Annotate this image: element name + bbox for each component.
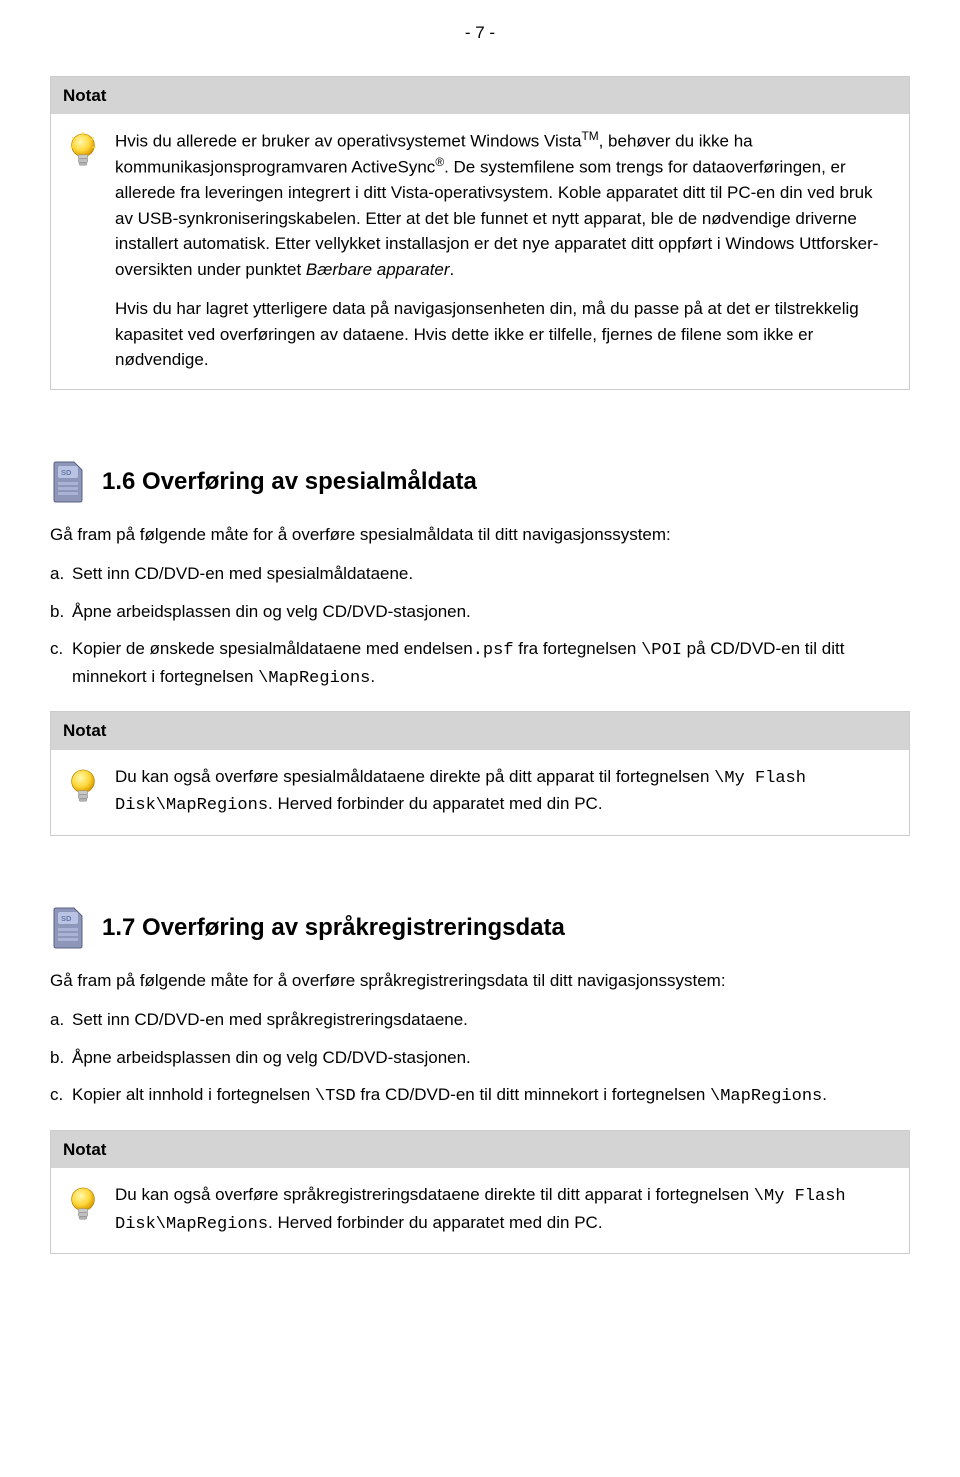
- step-text: Kopier de ønskede spesialmåldataene med …: [72, 639, 473, 658]
- step-text: .: [822, 1085, 827, 1104]
- list-item: b.Åpne arbeidsplassen din og velg CD/DVD…: [50, 1045, 910, 1071]
- section-intro: Gå fram på følgende måte for å overføre …: [50, 522, 910, 548]
- sd-card-icon: SD: [50, 906, 86, 950]
- note-header: Notat: [51, 1131, 909, 1169]
- note-paragraph: Du kan også overføre spesialmåldataene d…: [115, 764, 893, 819]
- step-letter: b.: [50, 599, 72, 625]
- step-letter: a.: [50, 1007, 72, 1033]
- step-text: .: [370, 667, 375, 686]
- section-intro: Gå fram på følgende måte for å overføre …: [50, 968, 910, 994]
- mono-text: \MapRegions: [258, 669, 370, 688]
- note-paragraph: Du kan også overføre språkregistreringsd…: [115, 1182, 893, 1237]
- text-span: Du kan også overføre språkregistreringsd…: [115, 1185, 754, 1204]
- trademark-sup: TM: [581, 129, 598, 143]
- step-list: a.Sett inn CD/DVD-en med spesialmåldatae…: [50, 561, 910, 691]
- step-text: Sett inn CD/DVD-en med språkregistrering…: [72, 1010, 468, 1029]
- note-paragraph: Hvis du allerede er bruker av operativsy…: [115, 128, 893, 282]
- note-box-3: Notat Du kan også overføre språkregistre…: [50, 1130, 910, 1255]
- step-letter: c.: [50, 1082, 72, 1108]
- lightbulb-icon: [67, 1186, 99, 1224]
- text-span: Du kan også overføre spesialmåldataene d…: [115, 767, 714, 786]
- list-item: b.Åpne arbeidsplassen din og velg CD/DVD…: [50, 599, 910, 625]
- section-1-6: SD 1.6 Overføring av spesialmåldata Gå f…: [50, 460, 910, 836]
- mono-text: \POI: [641, 641, 682, 660]
- step-list: a.Sett inn CD/DVD-en med språkregistreri…: [50, 1007, 910, 1110]
- mono-text: .psf: [473, 641, 514, 660]
- note-paragraph: Hvis du har lagret ytterligere data på n…: [115, 296, 893, 373]
- sd-card-icon: SD: [50, 460, 86, 504]
- note-text: Hvis du allerede er bruker av operativsy…: [115, 128, 893, 373]
- note-box-2: Notat Du kan også overføre spesialmåldat…: [50, 711, 910, 836]
- note-body: Du kan også overføre språkregistreringsd…: [51, 1168, 909, 1253]
- step-text: fra fortegnelsen: [514, 639, 642, 658]
- lightbulb-icon: [67, 132, 99, 170]
- section-1-7: SD 1.7 Overføring av språkregistreringsd…: [50, 906, 910, 1255]
- note-body: Hvis du allerede er bruker av operativsy…: [51, 114, 909, 389]
- note-text: Du kan også overføre språkregistreringsd…: [115, 1182, 893, 1237]
- page-number: - 7 -: [50, 20, 910, 46]
- lightbulb-icon: [67, 768, 99, 806]
- text-span: . Herved forbinder du apparatet med din …: [268, 1213, 603, 1232]
- section-heading: 1.6 Overføring av spesialmåldata: [102, 464, 477, 500]
- step-letter: a.: [50, 561, 72, 587]
- note-header: Notat: [51, 77, 909, 115]
- list-item: c.Kopier de ønskede spesialmåldataene me…: [50, 636, 910, 691]
- step-letter: b.: [50, 1045, 72, 1071]
- step-text: Åpne arbeidsplassen din og velg CD/DVD-s…: [72, 602, 471, 621]
- list-item: a.Sett inn CD/DVD-en med språkregistreri…: [50, 1007, 910, 1033]
- mono-text: \MapRegions: [710, 1087, 822, 1106]
- step-text: Kopier alt innhold i fortegnelsen: [72, 1085, 315, 1104]
- note-text: Du kan også overføre spesialmåldataene d…: [115, 764, 893, 819]
- list-item: a.Sett inn CD/DVD-en med spesialmåldatae…: [50, 561, 910, 587]
- text-span: . Herved forbinder du apparatet med din …: [268, 794, 603, 813]
- list-item: c.Kopier alt innhold i fortegnelsen \TSD…: [50, 1082, 910, 1110]
- registered-sup: ®: [435, 155, 444, 169]
- section-heading-row: SD 1.7 Overføring av språkregistreringsd…: [50, 906, 910, 950]
- step-letter: c.: [50, 636, 72, 662]
- svg-text:SD: SD: [61, 468, 72, 477]
- document-page: - 7 - Notat Hvis du: [0, 0, 960, 1354]
- svg-text:SD: SD: [61, 914, 72, 923]
- text-span: .: [450, 260, 455, 279]
- italic-text: Bærbare apparater: [306, 260, 450, 279]
- note-body: Du kan også overføre spesialmåldataene d…: [51, 750, 909, 835]
- section-heading-row: SD 1.6 Overføring av spesialmåldata: [50, 460, 910, 504]
- note-header: Notat: [51, 712, 909, 750]
- mono-text: \TSD: [315, 1087, 356, 1106]
- step-text: Sett inn CD/DVD-en med spesialmåldataene…: [72, 564, 413, 583]
- step-text: Åpne arbeidsplassen din og velg CD/DVD-s…: [72, 1048, 471, 1067]
- step-text: fra CD/DVD-en til ditt minnekort i forte…: [356, 1085, 710, 1104]
- section-heading: 1.7 Overføring av språkregistreringsdata: [102, 910, 565, 946]
- text-span: Hvis du allerede er bruker av operativsy…: [115, 132, 581, 151]
- note-box-1: Notat Hvis du allerede er bruke: [50, 76, 910, 390]
